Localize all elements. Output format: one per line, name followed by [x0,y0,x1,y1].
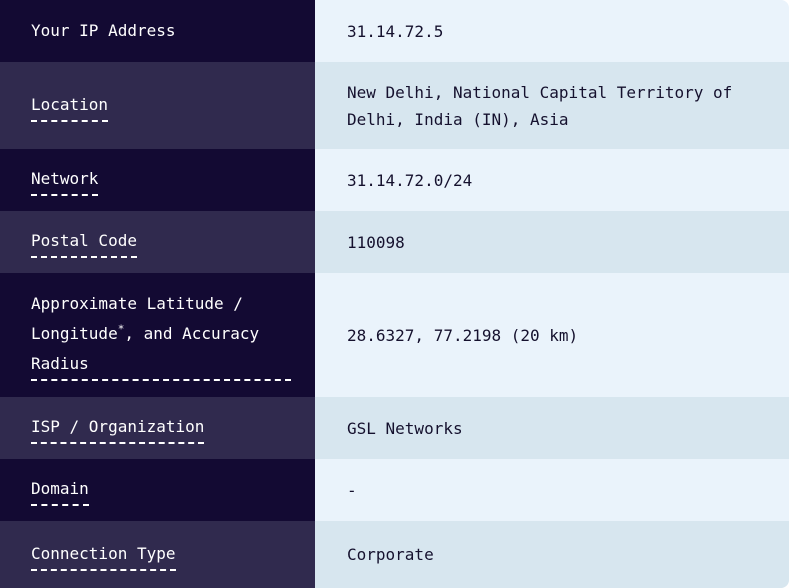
value-postal-code: 110098 [315,211,789,273]
value-text: New Delhi, National Capital Territory of… [347,82,733,129]
value-location: New Delhi, National Capital Territory of… [315,62,789,149]
label-text[interactable]: Postal Code [31,226,137,258]
label-ip-address: Your IP Address [0,0,315,62]
value-text: 31.14.72.5 [347,21,444,41]
value-lat-long: 28.6327, 77.2198 (20 km) [315,273,789,397]
label-text: Your IP Address [31,21,176,40]
value-isp-organization: GSL Networks [315,397,789,459]
value-text: 28.6327, 77.2198 (20 km) [347,325,579,345]
label-isp-organization: ISP / Organization [0,397,315,459]
value-text: - [347,480,357,500]
label-text[interactable]: Network [31,164,99,196]
value-domain: - [315,459,789,521]
value-text: 31.14.72.0/24 [347,170,473,190]
label-connection-type: Connection Type [0,521,315,588]
value-connection-type: Corporate [315,521,789,588]
label-text[interactable]: Location [31,90,109,122]
value-ip-address: 31.14.72.5 [315,0,789,62]
label-text[interactable]: ISP / Organization [31,412,205,444]
label-domain: Domain [0,459,315,521]
value-network: 31.14.72.0/24 [315,149,789,211]
label-lat-long: Approximate Latitude / Longitude*, and A… [0,273,315,397]
value-text: Corporate [347,545,434,564]
label-text[interactable]: Domain [31,474,89,506]
value-text: GSL Networks [347,418,463,438]
label-location: Location [0,62,315,149]
label-text[interactable]: Approximate Latitude / Longitude*, and A… [31,289,291,381]
value-text: 110098 [347,232,405,252]
label-text[interactable]: Connection Type [31,539,176,571]
label-network: Network [0,149,315,211]
label-postal-code: Postal Code [0,211,315,273]
ip-info-table: Your IP Address 31.14.72.5 Location New … [0,0,789,588]
